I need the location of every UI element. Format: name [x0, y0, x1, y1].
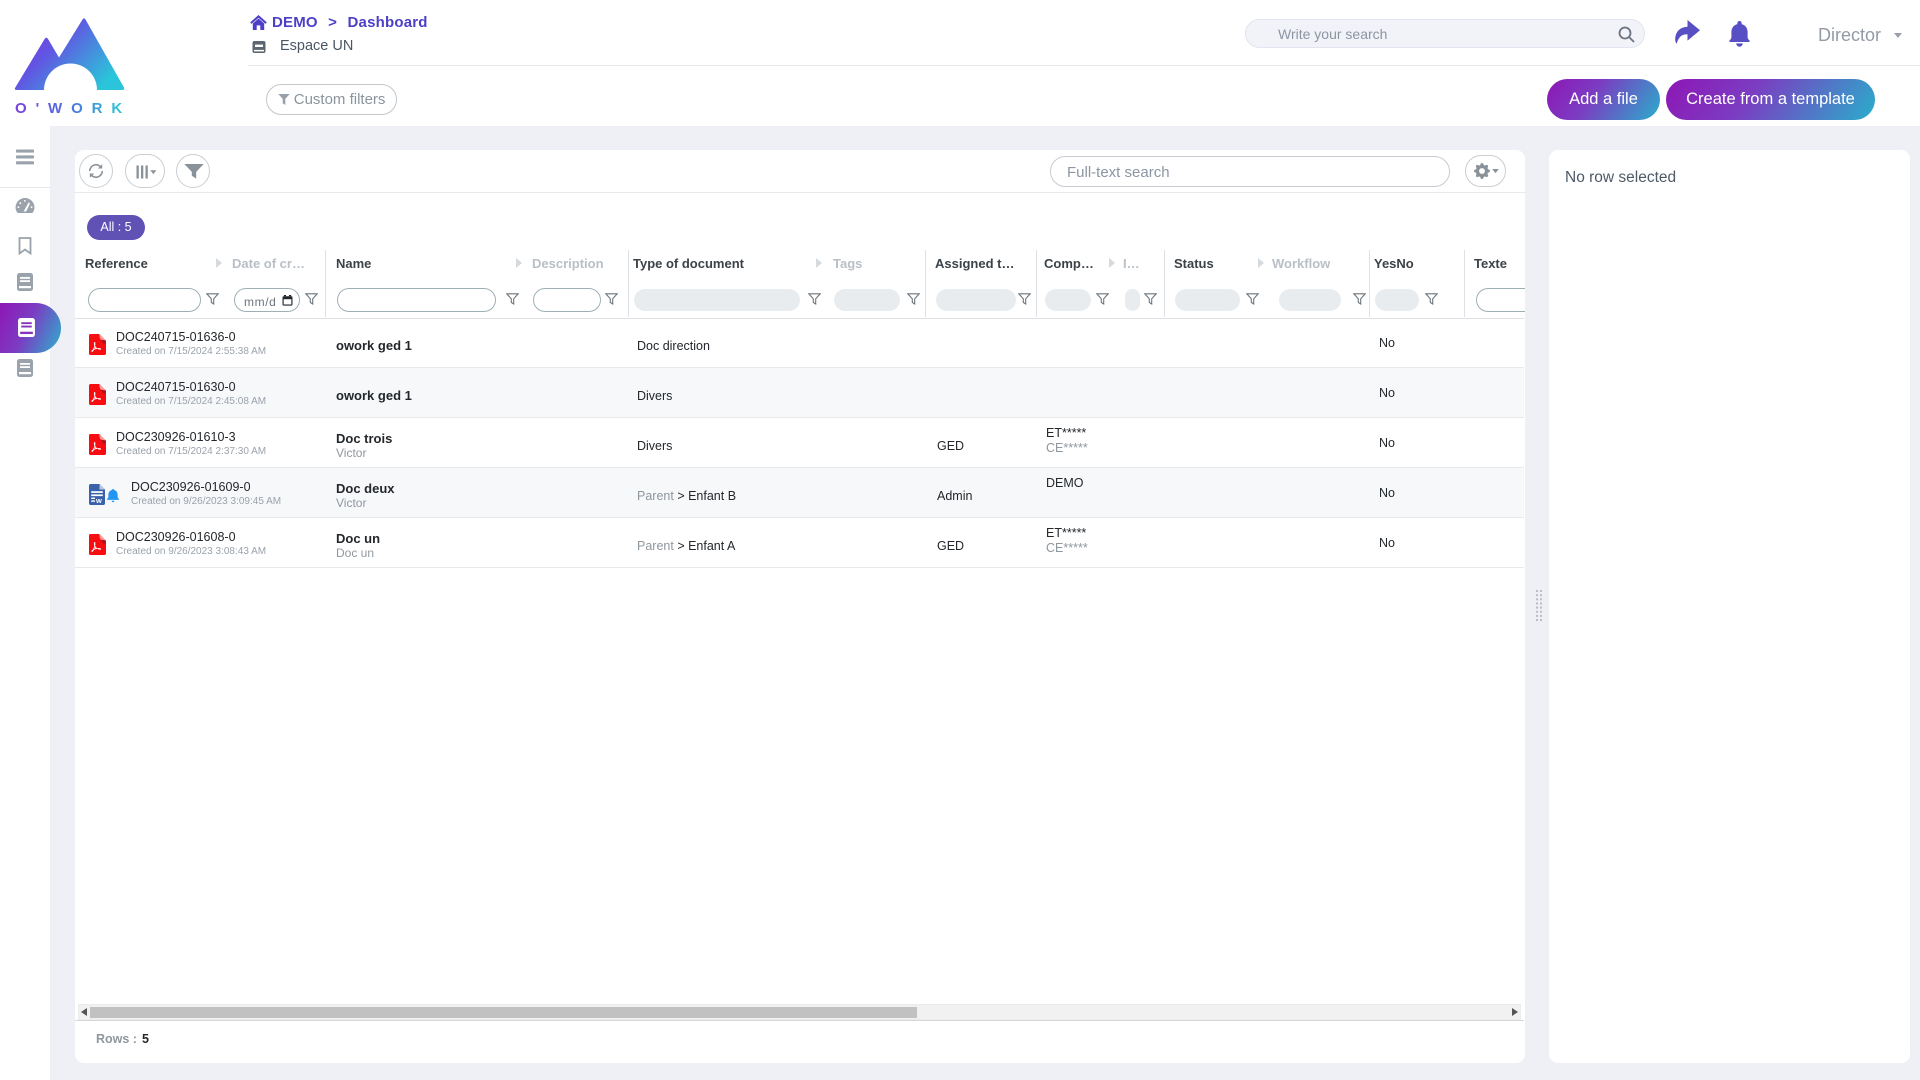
svg-text:w: w	[95, 496, 102, 505]
svg-text:O'WORK: O'WORK	[15, 100, 128, 117]
